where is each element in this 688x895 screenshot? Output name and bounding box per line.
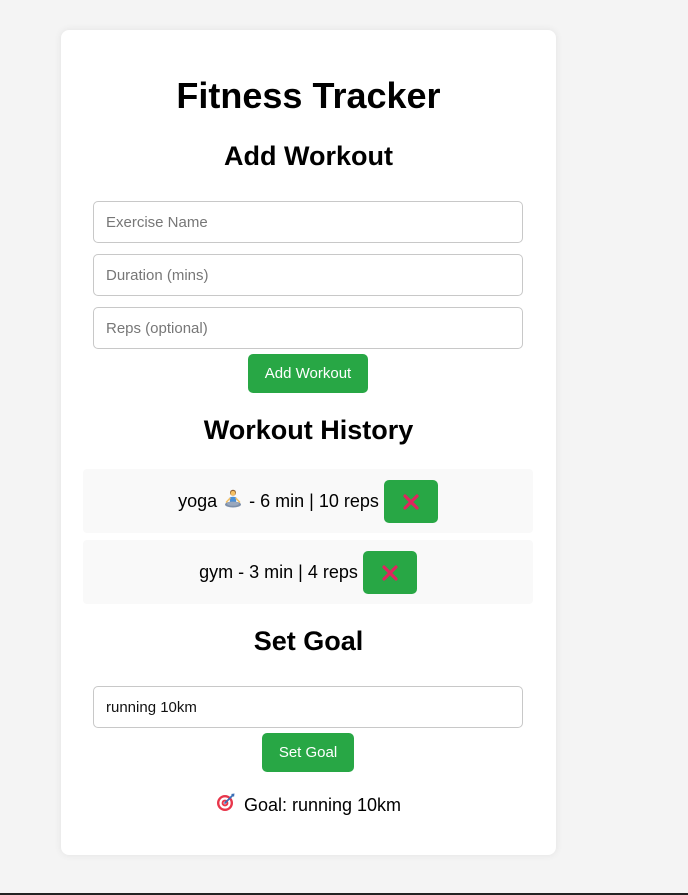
goal-input[interactable] [93, 686, 523, 728]
add-workout-button[interactable]: Add Workout [248, 354, 368, 393]
workout-history-heading: Workout History [203, 415, 414, 445]
add-workout-heading: Add Workout [224, 141, 393, 171]
workout-detail: - 6 min | 10 reps [249, 490, 379, 511]
main-card: Fitness Tracker Add Workout Add Workout … [61, 30, 556, 855]
delete-workout-button[interactable] [362, 550, 417, 594]
workout-history-item: yoga - 6 min | 10 reps [83, 469, 533, 533]
goal-status-text: Goal: running 10km [243, 795, 402, 815]
page-title: Fitness Tracker [176, 75, 441, 116]
workout-history-item: gym - 3 min | 4 reps [83, 540, 533, 604]
delete-workout-button[interactable] [383, 479, 438, 523]
workout-name: yoga [178, 490, 218, 511]
direct-hit-target-icon [216, 792, 236, 818]
duration-input[interactable] [93, 254, 523, 296]
set-goal-button[interactable]: Set Goal [262, 733, 354, 772]
exercise-name-input[interactable] [93, 201, 523, 243]
reps-input[interactable] [93, 307, 523, 349]
cross-mark-icon [382, 564, 398, 581]
workout-detail: - 3 min | 4 reps [238, 561, 358, 582]
workout-name: gym [199, 561, 234, 582]
person-in-lotus-position-icon [223, 489, 243, 514]
cross-mark-icon [403, 493, 419, 510]
goal-status: Goal: running 10km [61, 792, 556, 818]
set-goal-heading: Set Goal [253, 626, 364, 656]
